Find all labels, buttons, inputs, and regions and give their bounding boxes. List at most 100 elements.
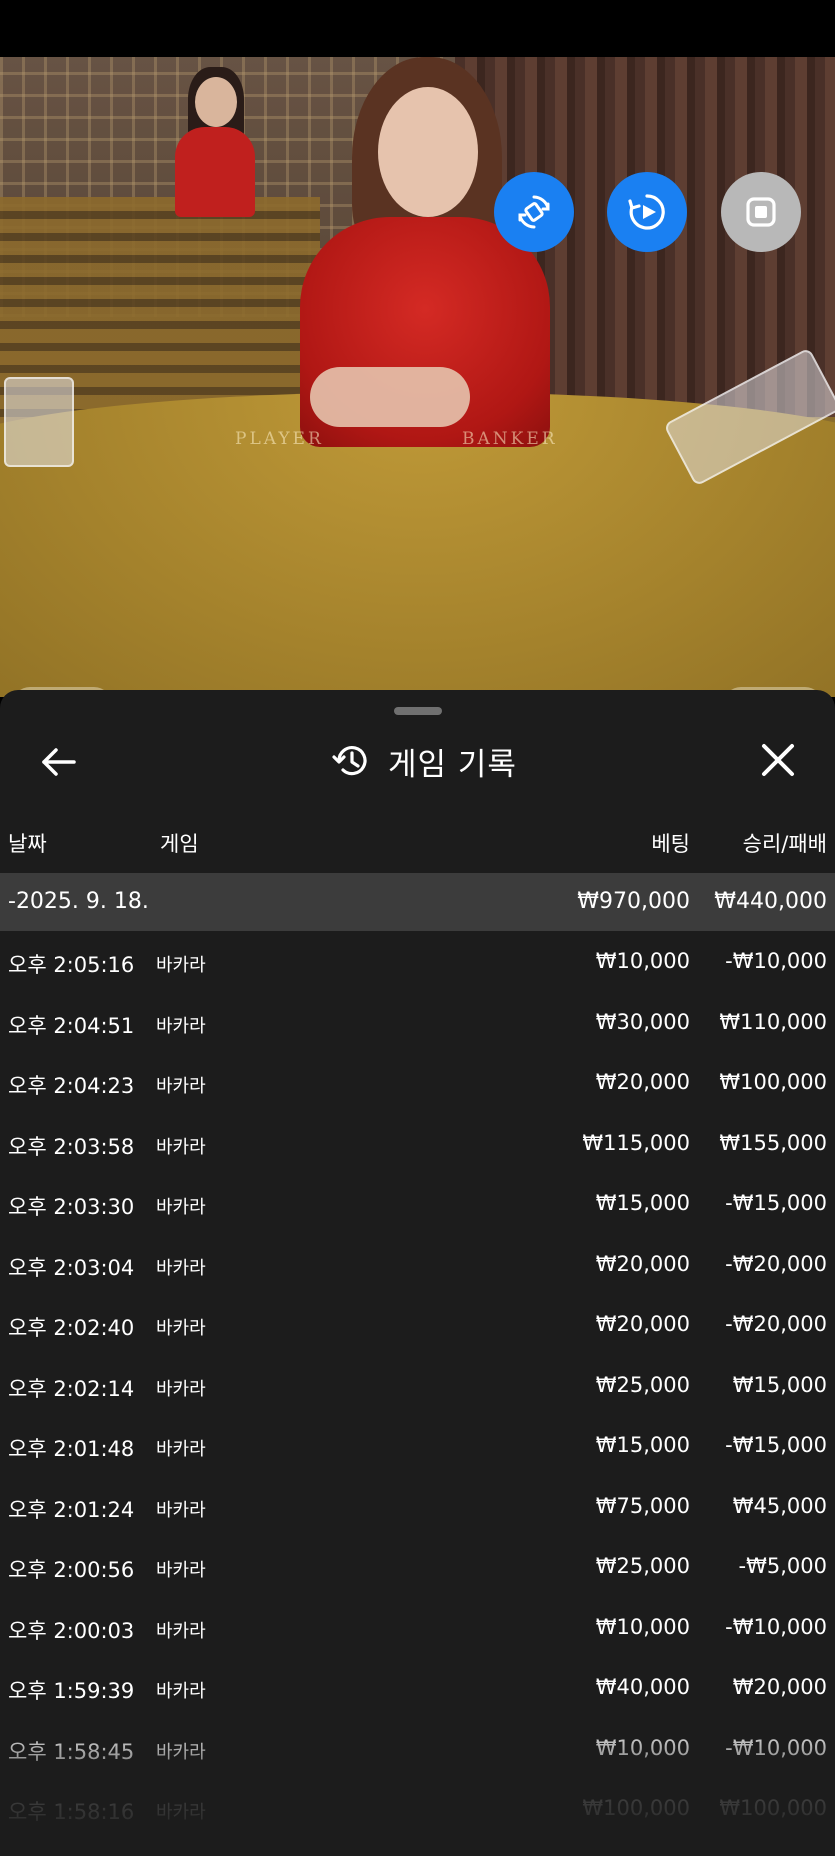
row-time: 오후 2:03:58 xyxy=(8,1134,135,1159)
row-time: 오후 2:00:56 xyxy=(8,1558,135,1582)
row-bet: ₩40,000 xyxy=(595,1675,690,1699)
table-row[interactable]: 오후 2:02:40 바카라 ₩20,000 -₩20,000 xyxy=(0,1294,835,1355)
table-row[interactable]: 오후 2:00:56 바카라 ₩25,000 -₩5,000 xyxy=(0,1536,835,1597)
table-row[interactable]: 오후 2:01:48 바카라 ₩15,000 -₩15,000 xyxy=(0,1415,835,1476)
table-row[interactable]: 오후 2:00:03 바카라 ₩10,000 -₩10,000 xyxy=(0,1597,835,1658)
row-result: ₩100,000 xyxy=(719,1070,827,1094)
row-bet: ₩20,000 xyxy=(595,1070,690,1094)
page-title: 게임 기록 xyxy=(388,746,517,783)
card-discard-tray xyxy=(4,377,74,467)
row-game: 바카라 xyxy=(156,1439,206,1460)
row-result: ₩20,000 xyxy=(732,1675,827,1699)
row-bet: ₩100,000 xyxy=(582,1796,690,1820)
row-time: 오후 2:03:30 xyxy=(8,1195,135,1219)
date-group-row[interactable]: -2025. 9. 18. ₩970,000 ₩440,000 xyxy=(0,873,835,931)
stop-square-icon xyxy=(746,197,776,227)
row-result: ₩100,000 xyxy=(719,1796,827,1820)
row-result: -₩20,000 xyxy=(725,1312,827,1336)
history-icon xyxy=(332,746,367,776)
row-time: 오후 1:58:45 xyxy=(8,1739,135,1764)
status-bar xyxy=(0,0,835,57)
table-label-banker: BANKER xyxy=(462,429,558,449)
row-bet: ₩10,000 xyxy=(595,1614,690,1639)
table-row[interactable]: 오후 2:03:04 바카라 ₩20,000 -₩20,000 xyxy=(0,1234,835,1295)
stop-button[interactable] xyxy=(721,172,801,252)
row-bet: ₩15,000 xyxy=(595,1191,690,1215)
rotate-screen-button[interactable] xyxy=(494,172,574,252)
row-time: 오후 2:04:23 xyxy=(8,1074,135,1098)
table-row[interactable]: 오후 2:03:58 바카라 ₩115,000 ₩155,000 xyxy=(0,1113,835,1174)
replay-button[interactable] xyxy=(607,172,687,252)
row-result: -₩15,000 xyxy=(725,1191,827,1215)
row-game: 바카라 xyxy=(156,1378,206,1400)
table-row[interactable]: 오후 2:04:51 바카라 ₩30,000 ₩110,000 xyxy=(0,992,835,1053)
date-group-date: -2025. 9. 18. xyxy=(8,889,149,914)
row-time: 오후 2:05:16 xyxy=(8,953,135,977)
table-row[interactable]: 오후 2:03:30 바카라 ₩15,000 -₩15,000 xyxy=(0,1173,835,1234)
live-video-stream[interactable]: PLAYER BANKER 9 9 xyxy=(0,57,835,697)
table-row[interactable]: 오후 2:04:23 바카라 ₩20,000 ₩100,000 xyxy=(0,1052,835,1113)
row-result: ₩15,000 xyxy=(732,1372,827,1397)
back-button[interactable] xyxy=(36,740,80,784)
sheet-header: 게임 기록 xyxy=(330,736,517,786)
background-dealer xyxy=(170,67,260,217)
row-game: 바카라 xyxy=(156,1560,206,1581)
row-result: ₩110,000 xyxy=(719,1009,827,1034)
row-time: 오후 2:03:04 xyxy=(8,1255,135,1280)
table-label-player: PLAYER xyxy=(235,429,324,449)
replay-play-icon xyxy=(628,194,665,230)
row-bet: ₩30,000 xyxy=(595,1009,690,1034)
row-bet: ₩75,000 xyxy=(595,1493,690,1518)
column-header-date: 날짜 xyxy=(8,832,47,856)
close-button[interactable] xyxy=(756,738,800,782)
row-bet: ₩25,000 xyxy=(595,1372,690,1397)
table-row[interactable]: 오후 1:58:45 바카라 ₩10,000 -₩10,000 xyxy=(0,1718,835,1779)
row-bet: ₩25,000 xyxy=(595,1554,690,1578)
table-row[interactable]: 오후 1:59:39 바카라 ₩40,000 ₩20,000 xyxy=(0,1657,835,1718)
row-game: 바카라 xyxy=(156,1076,206,1097)
screen-rotate-icon xyxy=(518,195,550,229)
row-time: 오후 2:01:48 xyxy=(8,1437,135,1461)
row-result: -₩15,000 xyxy=(725,1433,827,1457)
row-bet: ₩20,000 xyxy=(595,1251,690,1276)
row-bet: ₩20,000 xyxy=(595,1312,690,1336)
row-result: -₩5,000 xyxy=(738,1554,827,1578)
row-result: -₩10,000 xyxy=(725,1614,827,1639)
table-row[interactable]: 오후 2:01:24 바카라 ₩75,000 ₩45,000 xyxy=(0,1476,835,1537)
row-game: 바카라 xyxy=(156,1681,206,1702)
close-icon xyxy=(762,744,794,776)
row-result: -₩20,000 xyxy=(725,1251,827,1276)
row-bet: ₩115,000 xyxy=(582,1130,690,1155)
column-header-game: 게임 xyxy=(160,832,199,856)
row-bet: ₩10,000 xyxy=(595,1735,690,1760)
row-result: -₩10,000 xyxy=(725,1735,827,1760)
game-history-sheet: 게임 기록 날짜 게임 베팅 승리/패배 -2025. 9. 18. ₩970,… xyxy=(0,690,835,1856)
dealer xyxy=(290,57,560,467)
row-bet: ₩15,000 xyxy=(595,1433,690,1457)
row-time: 오후 1:59:39 xyxy=(8,1679,135,1703)
row-game: 바카라 xyxy=(156,955,206,976)
row-bet: ₩10,000 xyxy=(595,949,690,973)
row-game: 바카라 xyxy=(156,1620,206,1642)
row-time: 오후 1:58:16 xyxy=(8,1800,135,1824)
arrow-left-icon xyxy=(42,748,76,776)
row-time: 오후 2:04:51 xyxy=(8,1013,135,1038)
row-game: 바카라 xyxy=(156,1499,206,1521)
row-game: 바카라 xyxy=(156,1802,206,1823)
row-result: ₩155,000 xyxy=(719,1130,827,1155)
row-time: 오후 2:02:14 xyxy=(8,1376,135,1401)
date-group-bet-total: ₩970,000 xyxy=(577,889,690,914)
column-header-win-loss: 승리/패배 xyxy=(742,832,827,856)
row-game: 바카라 xyxy=(156,1136,206,1158)
table-row[interactable]: 오후 2:05:16 바카라 ₩10,000 -₩10,000 xyxy=(0,931,835,992)
table-row[interactable]: 오후 1:58:16 바카라 ₩100,000 ₩100,000 xyxy=(0,1778,835,1839)
row-game: 바카라 xyxy=(156,1257,206,1279)
row-game: 바카라 xyxy=(156,1318,206,1339)
sheet-drag-handle[interactable] xyxy=(394,707,442,715)
column-header-bet: 베팅 xyxy=(651,832,690,856)
row-game: 바카라 xyxy=(156,1741,206,1763)
row-time: 오후 2:02:40 xyxy=(8,1316,135,1340)
table-row[interactable]: 오후 2:02:14 바카라 ₩25,000 ₩15,000 xyxy=(0,1355,835,1416)
history-list: 오후 2:05:16 바카라 ₩10,000 -₩10,000 오후 2:04:51 바… xyxy=(0,931,835,1839)
row-result: ₩45,000 xyxy=(732,1493,827,1518)
